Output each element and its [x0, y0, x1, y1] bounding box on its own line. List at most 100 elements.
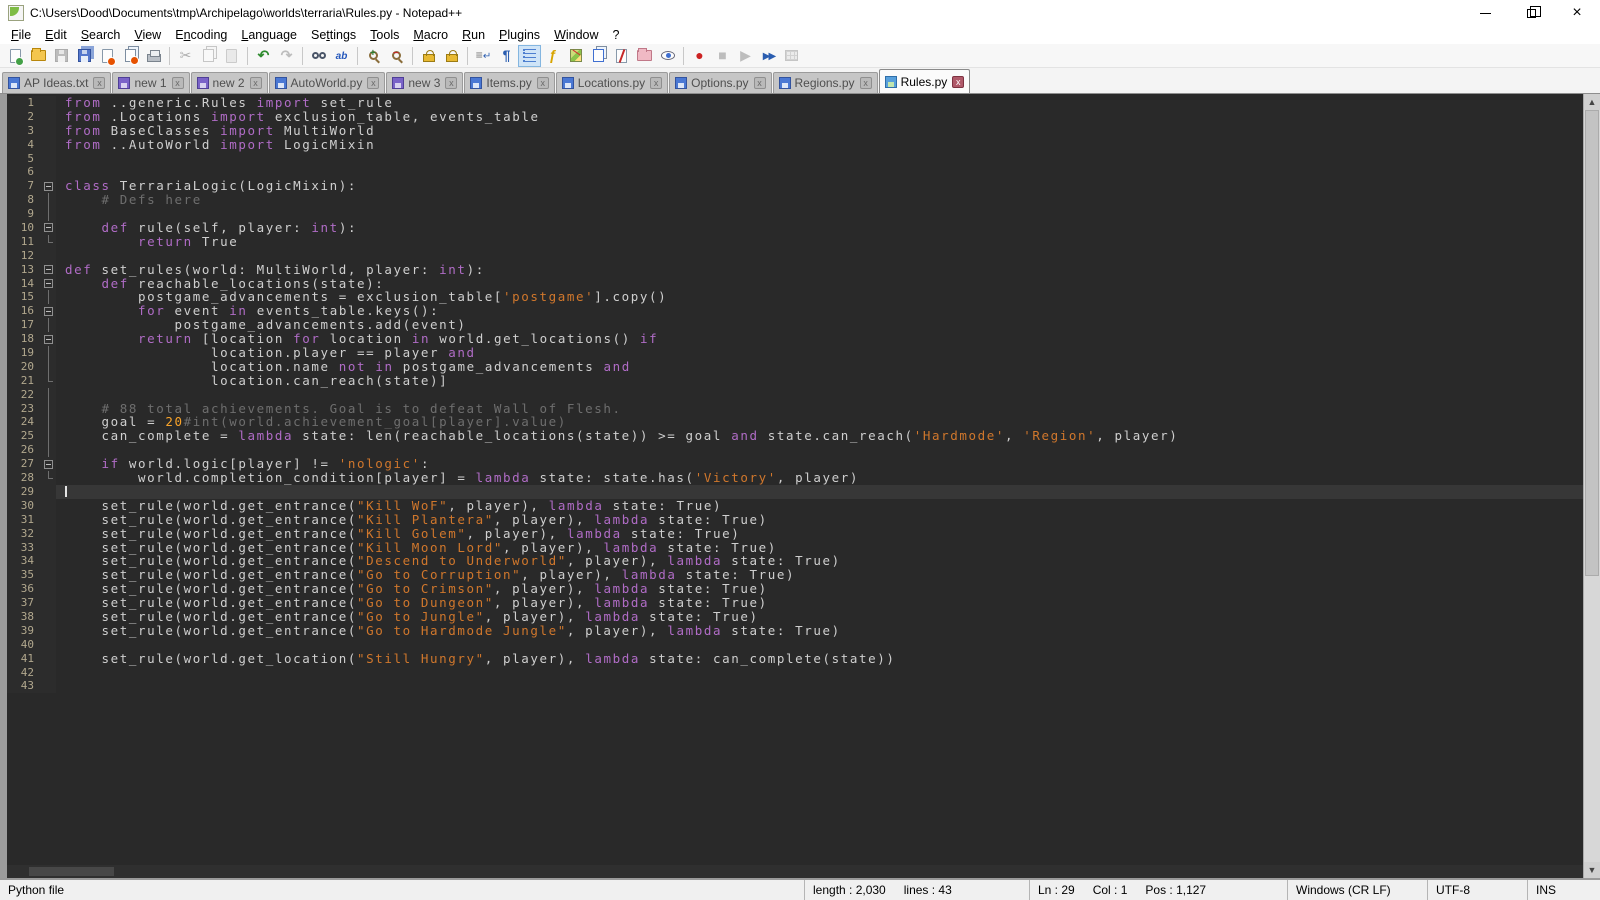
line-number: 37	[7, 596, 41, 610]
vertical-scrollbar-thumb[interactable]	[1585, 110, 1599, 576]
fold-collapse-icon[interactable]	[41, 457, 56, 471]
menu-search[interactable]: Search	[74, 27, 128, 43]
fold-collapse-icon[interactable]	[41, 277, 56, 291]
tab-options-py[interactable]: Options.pyx	[669, 72, 771, 93]
menu-encoding[interactable]: Encoding	[168, 27, 234, 43]
menu-[interactable]: ?	[606, 27, 627, 43]
word-wrap-button[interactable]: ≡↵	[472, 45, 495, 67]
fold-margin	[41, 554, 56, 568]
tab-rules-py[interactable]: Rules.pyx	[879, 69, 971, 93]
fold-collapse-icon[interactable]	[41, 263, 56, 277]
menu-edit[interactable]: Edit	[38, 27, 74, 43]
menu-settings[interactable]: Settings	[304, 27, 363, 43]
tab-close-icon[interactable]: x	[952, 76, 964, 88]
function-list-button[interactable]: ƒ	[541, 45, 564, 67]
tab-close-icon[interactable]: x	[172, 77, 184, 89]
menu-view[interactable]: View	[127, 27, 168, 43]
scroll-down-icon[interactable]: ▼	[1584, 862, 1600, 878]
cut-button[interactable]: ✂	[174, 45, 197, 67]
menu-window[interactable]: Window	[547, 27, 605, 43]
macro-run-multiple-button[interactable]: ▶▶	[757, 45, 780, 67]
vertical-scrollbar-track[interactable]	[1584, 110, 1600, 862]
tab-close-icon[interactable]: x	[93, 77, 105, 89]
code-lines[interactable]: 1from ..generic.Rules import set_rule2fr…	[7, 94, 1583, 865]
paste-button[interactable]	[220, 45, 243, 67]
line-number: 15	[7, 290, 41, 304]
close-all-button[interactable]	[119, 45, 142, 67]
fold-collapse-icon[interactable]	[41, 332, 56, 346]
find-button[interactable]	[307, 45, 330, 67]
tab-close-icon[interactable]: x	[650, 77, 662, 89]
show-all-characters-button[interactable]: ¶	[495, 45, 518, 67]
tab-close-icon[interactable]: x	[860, 77, 872, 89]
code-text	[56, 165, 1583, 179]
tab-locations-py[interactable]: Locations.pyx	[556, 72, 668, 93]
undo-button[interactable]: ↶	[252, 45, 275, 67]
open-file-button[interactable]	[27, 45, 50, 67]
macro-stop-button[interactable]: ■	[711, 45, 734, 67]
document-list-button[interactable]	[587, 45, 610, 67]
save-button[interactable]	[50, 45, 73, 67]
zoom-in-button[interactable]: +	[362, 45, 385, 67]
tab-regions-py[interactable]: Regions.pyx	[773, 72, 878, 93]
sync-vertical-button[interactable]	[417, 45, 440, 67]
tab-close-icon[interactable]: x	[250, 77, 262, 89]
tab-new-1[interactable]: new 1x	[112, 72, 189, 93]
fold-collapse-icon[interactable]	[41, 304, 56, 318]
menu-run[interactable]: Run	[455, 27, 492, 43]
code-text: class TerrariaLogic(LogicMixin):	[56, 179, 1583, 193]
save-all-button[interactable]	[73, 45, 96, 67]
macro-record-button[interactable]: ●	[688, 45, 711, 67]
code-line-25: 25 can_complete = lambda state: len(reac…	[7, 429, 1583, 443]
sync-horizontal-button[interactable]	[440, 45, 463, 67]
tab-close-icon[interactable]: x	[537, 77, 549, 89]
restore-button[interactable]	[1508, 0, 1554, 26]
tab-autoworld-py[interactable]: AutoWorld.pyx	[269, 72, 386, 93]
tab-close-icon[interactable]: x	[367, 77, 379, 89]
edge-marker-button[interactable]	[610, 45, 633, 67]
close-window-button[interactable]: ×	[1554, 0, 1600, 26]
line-number: 13	[7, 263, 41, 277]
status-lines: lines : 43	[904, 883, 952, 897]
scroll-up-icon[interactable]: ▲	[1584, 94, 1600, 110]
monitoring-button[interactable]	[656, 45, 679, 67]
status-column-number: Col : 1	[1093, 883, 1128, 897]
fold-margin	[41, 388, 56, 402]
menu-tools[interactable]: Tools	[363, 27, 406, 43]
vertical-scrollbar[interactable]: ▲ ▼	[1583, 94, 1600, 878]
document-map-button[interactable]	[564, 45, 587, 67]
code-line-24: 24 goal = 20#int(world.achievement_goal[…	[7, 415, 1583, 429]
toolbar-separator	[357, 47, 358, 65]
menu-macro[interactable]: Macro	[406, 27, 455, 43]
tab-items-py[interactable]: Items.pyx	[464, 72, 554, 93]
new-file-button[interactable]	[4, 45, 27, 67]
minimize-button[interactable]	[1462, 0, 1508, 26]
horizontal-scrollbar[interactable]	[7, 865, 1583, 878]
fold-collapse-icon[interactable]	[41, 221, 56, 235]
code-text: set_rule(world.get_entrance("Go to Hardm…	[56, 624, 1583, 638]
menu-file[interactable]: File	[4, 27, 38, 43]
horizontal-scrollbar-thumb[interactable]	[29, 867, 114, 876]
tab-new-3[interactable]: new 3x	[386, 72, 463, 93]
menu-plugins[interactable]: Plugins	[492, 27, 547, 43]
macro-save-button[interactable]	[780, 45, 803, 67]
code-editor[interactable]: 1from ..generic.Rules import set_rule2fr…	[7, 94, 1583, 878]
fold-collapse-icon[interactable]	[41, 179, 56, 193]
menu-language[interactable]: Language	[234, 27, 304, 43]
tab-ap-ideas-txt[interactable]: AP Ideas.txtx	[2, 72, 111, 93]
folder-as-workspace-button[interactable]	[633, 45, 656, 67]
code-text: def rule(self, player: int):	[56, 221, 1583, 235]
code-line-12: 12	[7, 249, 1583, 263]
code-text: set_rule(world.get_entrance("Go to Corru…	[56, 568, 1583, 582]
zoom-out-button[interactable]: −	[385, 45, 408, 67]
close-button[interactable]	[96, 45, 119, 67]
replace-button[interactable]: ab	[330, 45, 353, 67]
copy-button[interactable]	[197, 45, 220, 67]
redo-button[interactable]: ↷	[275, 45, 298, 67]
print-button[interactable]	[142, 45, 165, 67]
macro-play-button[interactable]: ▶	[734, 45, 757, 67]
indent-guide-button[interactable]	[518, 45, 541, 67]
tab-close-icon[interactable]: x	[754, 77, 766, 89]
tab-close-icon[interactable]: x	[445, 77, 457, 89]
tab-new-2[interactable]: new 2x	[191, 72, 268, 93]
